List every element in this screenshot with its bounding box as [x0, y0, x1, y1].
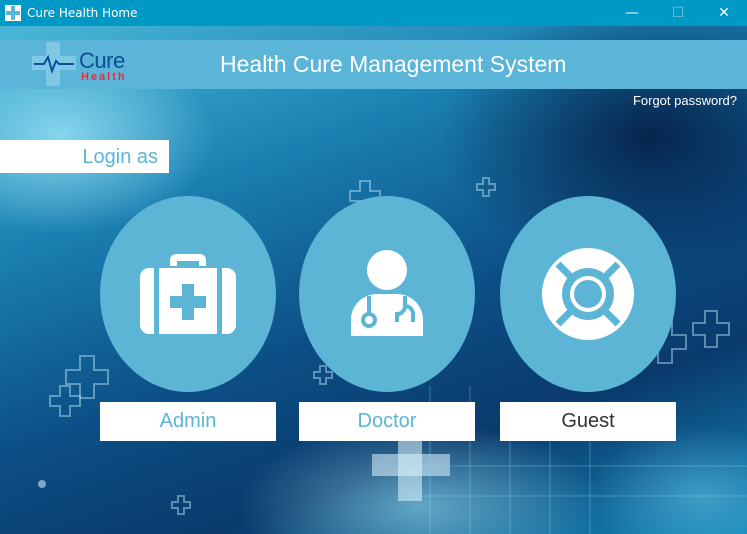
close-button[interactable]: ✕: [701, 0, 747, 26]
doctor-button[interactable]: Doctor: [299, 402, 475, 441]
minimize-button[interactable]: —: [609, 0, 655, 26]
cross-logo-icon: [32, 42, 76, 86]
login-as-label: Login as: [0, 140, 169, 173]
page-title: Health Cure Management System: [220, 51, 567, 77]
main-content: Cure Health Health Cure Management Syste…: [0, 26, 747, 534]
doctor-role-button[interactable]: [299, 196, 475, 392]
guest-button[interactable]: Guest: [500, 402, 676, 441]
admin-role-button[interactable]: [100, 196, 276, 392]
window-title: Cure Health Home: [27, 6, 138, 20]
header-bar: Cure Health Health Cure Management Syste…: [0, 40, 747, 89]
maximize-button[interactable]: ☐: [655, 0, 701, 26]
doctor-icon: [351, 250, 423, 336]
app-logo-icon: [5, 5, 21, 21]
medical-kit-icon: [140, 254, 236, 334]
lifebuoy-icon: [542, 248, 634, 340]
title-bar: Cure Health Home — ☐ ✕: [0, 0, 747, 26]
cure-health-logo: Cure Health: [32, 42, 142, 86]
logo-health-text: Health: [81, 71, 127, 83]
forgot-password-link[interactable]: Forgot password?: [633, 93, 737, 108]
window-controls: — ☐ ✕: [609, 0, 747, 26]
guest-role-button[interactable]: [500, 196, 676, 392]
app-window: Cure Health Home — ☐ ✕ Cure Health Healt…: [0, 0, 747, 534]
admin-button[interactable]: Admin: [100, 402, 276, 441]
login-as-text: Login as: [82, 146, 158, 168]
